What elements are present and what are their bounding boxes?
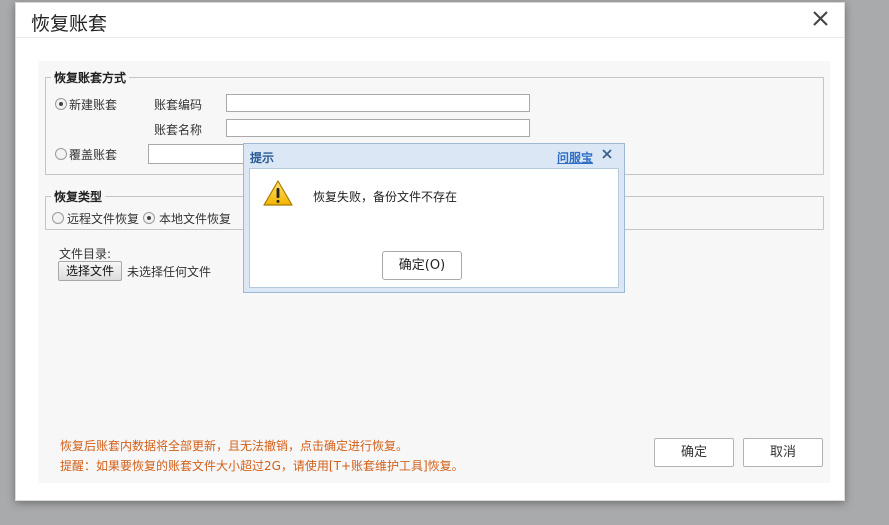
cancel-button[interactable]: 取消 — [743, 438, 823, 467]
overwrite-account-radio[interactable] — [55, 148, 67, 160]
overwrite-account-label: 覆盖账套 — [69, 148, 118, 162]
alert-body: 恢复失败，备份文件不存在 确定(O) — [249, 168, 619, 288]
account-code-label: 账套编码 — [154, 98, 203, 112]
alert-title: 提示 — [250, 151, 275, 165]
ok-button[interactable]: 确定 — [654, 438, 734, 467]
alert-message: 恢复失败，备份文件不存在 — [313, 190, 458, 204]
close-icon[interactable] — [810, 6, 832, 30]
warning-icon — [263, 180, 293, 206]
file-dir-label: 文件目录: — [59, 247, 112, 261]
remote-restore-radio[interactable] — [52, 212, 64, 224]
restore-type-legend: 恢复类型 — [54, 190, 103, 204]
remote-restore-label: 远程文件恢复 — [67, 212, 140, 226]
alert-ok-button[interactable]: 确定(O) — [382, 251, 462, 280]
account-name-label: 账套名称 — [154, 123, 203, 137]
size-reminder: 提醒：如果要恢复的账套文件大小超过2G，请使用[T+账套维护工具]恢复。 — [60, 459, 464, 473]
restore-mode-legend: 恢复账套方式 — [54, 71, 127, 85]
account-name-input[interactable] — [226, 119, 530, 137]
alert-close-icon[interactable] — [600, 147, 614, 161]
local-restore-radio[interactable] — [143, 212, 155, 224]
file-status-text: 未选择任何文件 — [127, 265, 212, 279]
help-link[interactable]: 问服宝 — [557, 149, 593, 166]
dialog-title: 恢复账套 — [31, 13, 108, 35]
local-restore-label: 本地文件恢复 — [159, 212, 232, 226]
choose-file-button[interactable]: 选择文件 — [58, 261, 122, 281]
new-account-radio[interactable] — [55, 98, 67, 110]
dialog-title-bar: 恢复账套 — [16, 3, 844, 38]
restore-note: 恢复后账套内数据将全部更新，且无法撤销，点击确定进行恢复。 — [60, 439, 409, 453]
account-code-input[interactable] — [226, 94, 530, 112]
alert-dialog: 提示 问服宝 恢复失败，备份文件不存在 确定(O) — [243, 143, 625, 293]
new-account-label: 新建账套 — [69, 98, 118, 112]
alert-title-bar: 提示 问服宝 — [244, 144, 624, 168]
